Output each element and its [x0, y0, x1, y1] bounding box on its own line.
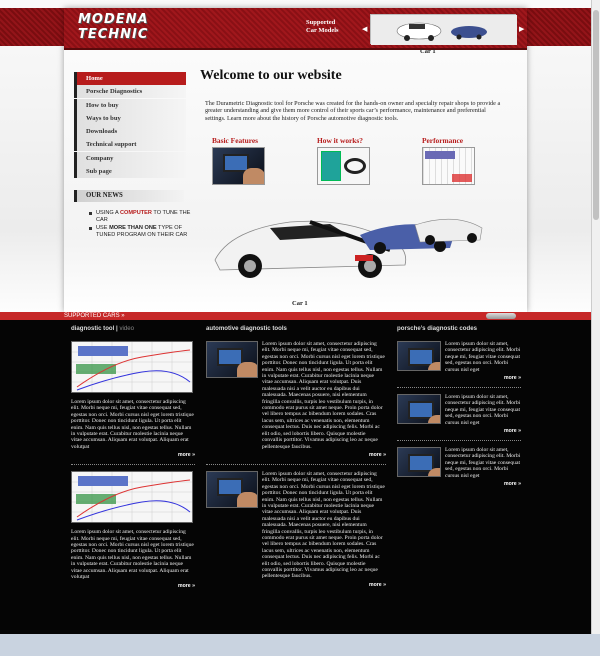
feature-performance[interactable]: Performance [422, 136, 492, 185]
article-entry: Lorem ipsum dolor sit amet, consectetur … [206, 470, 386, 580]
article-entry: Lorem ipsum dolor sit amet, consectetur … [397, 447, 521, 479]
column-title[interactable]: porsche’s diagnostic codes [397, 325, 521, 335]
dyno-graph [72, 342, 192, 392]
more-link[interactable]: more » [71, 452, 195, 458]
intro-text: The Durametric Diagnostic tool for Porsc… [205, 100, 501, 122]
more-link[interactable]: more » [397, 375, 521, 381]
article-text: Lorem ipsum dolor sit amet, consectetur … [262, 341, 385, 450]
nav-item-how-to-buy[interactable]: How to buy [74, 98, 186, 112]
nav-item-home[interactable]: Home [74, 72, 186, 85]
article-entry: Lorem ipsum dolor sit amet, consectetur … [397, 341, 521, 373]
supported-models-label: Supported Car Models [306, 19, 354, 35]
article-text: Lorem ipsum dolor sit amet, consectetur … [445, 394, 521, 426]
article-entry: Lorem ipsum dolor sit amet, consectetur … [397, 394, 521, 426]
divider [397, 440, 521, 442]
divider [71, 464, 195, 466]
more-link[interactable]: more » [206, 452, 386, 458]
column-automotive-tools: automotive diagnostic tools Lorem ipsum … [206, 325, 386, 588]
article-thumbnail[interactable] [206, 341, 258, 378]
news-heading: OUR NEWS [74, 190, 184, 202]
supported-line1: Supported [306, 19, 336, 26]
nav-item-ways-to-buy[interactable]: Ways to buy [74, 111, 186, 125]
hero-car-caption: Car 1 [292, 300, 308, 307]
article-thumbnail[interactable] [397, 341, 441, 371]
supported-cars-toggle[interactable] [486, 313, 516, 319]
article-entry: Lorem ipsum dolor sit amet, consectetur … [206, 341, 386, 450]
nav-item-downloads[interactable]: Downloads [74, 125, 186, 139]
article-text: Lorem ipsum dolor sit amet, consectetur … [262, 470, 385, 580]
column-diagnostic-tool: diagnostic tool | video Lorem ipsum dolo… [71, 325, 195, 589]
dyno-chart-image[interactable] [71, 341, 193, 393]
video-link[interactable]: video [119, 325, 134, 332]
feature-how-it-works[interactable]: How it works? [317, 136, 387, 185]
divider [397, 387, 521, 389]
supported-cars-bar: SUPPORTED CARS » [0, 312, 600, 320]
nav-item-company[interactable]: Company [74, 151, 186, 165]
feature-how-image[interactable] [317, 147, 370, 185]
slider-caption: Car 1 [420, 48, 436, 55]
article-text: Lorem ipsum dolor sit amet, consectetur … [445, 341, 521, 373]
supported-cars-link[interactable]: SUPPORTED CARS » [64, 312, 125, 320]
news-text: USING A [96, 210, 120, 216]
slider-prev-icon[interactable]: ◀ [362, 25, 367, 33]
feature-title[interactable]: How it works? [317, 136, 387, 145]
slider-next-icon[interactable]: ▶ [519, 25, 524, 33]
footer-strip [0, 634, 600, 656]
feature-performance-image[interactable] [422, 147, 475, 185]
scrollbar-thumb[interactable] [593, 10, 599, 220]
vertical-scrollbar[interactable] [591, 0, 600, 634]
column-heading: diagnostic tool | video [71, 325, 195, 335]
logo-line2: TECHNIC [78, 27, 149, 42]
feature-title[interactable]: Basic Features [212, 136, 282, 145]
news-text: USE [96, 225, 110, 231]
column-text: Lorem ipsum dolor sit amet, consectetur … [71, 529, 194, 581]
column-title[interactable]: automotive diagnostic tools [206, 325, 386, 335]
feature-title[interactable]: Performance [422, 136, 492, 145]
article-thumbnail[interactable] [206, 470, 258, 508]
page-title: Welcome to our website [200, 68, 342, 83]
more-link[interactable]: more » [71, 583, 195, 589]
divider [206, 463, 386, 465]
nav-item-porsche-diagnostics[interactable]: Porsche Diagnostics [74, 85, 186, 99]
sidebar-nav: Home Porsche Diagnostics How to buy Ways… [74, 72, 186, 179]
car-models-slider[interactable] [370, 14, 517, 45]
more-link[interactable]: more » [397, 481, 521, 487]
article-text: Lorem ipsum dolor sit amet, consectetur … [445, 447, 521, 479]
column-text: Lorem ipsum dolor sit amet, consectetur … [71, 399, 194, 450]
news-highlight: MORE THAN ONE [109, 225, 157, 231]
hero-cars-image [214, 218, 483, 278]
feature-basic-image[interactable] [212, 147, 265, 185]
nav-item-sub-page[interactable]: Sub page [74, 165, 186, 179]
column-diagnostic-codes: porsche’s diagnostic codes Lorem ipsum d… [397, 325, 521, 487]
header: MODENA TECHNIC Supported Car Models ◀ ▶ [64, 8, 527, 50]
dyno-graph [72, 472, 192, 523]
logo[interactable]: MODENA TECHNIC [78, 12, 190, 44]
article-thumbnail[interactable] [397, 447, 441, 478]
logo-line1: MODENA [78, 12, 149, 27]
news-item[interactable]: USING A COMPUTER TO TUNE THE CAR [87, 210, 199, 224]
nav-item-technical-support[interactable]: Technical support [74, 138, 186, 152]
column-title[interactable]: diagnostic tool [71, 325, 114, 332]
more-link[interactable]: more » [206, 582, 386, 588]
supported-line2: Car Models [306, 27, 339, 34]
news-list: USING A COMPUTER TO TUNE THE CAR USE MOR… [87, 210, 199, 240]
news-highlight: COMPUTER [119, 210, 152, 216]
article-thumbnail[interactable] [397, 394, 441, 425]
feature-basic[interactable]: Basic Features [212, 136, 282, 185]
slider-cars-image [371, 15, 517, 45]
dyno-chart-image[interactable] [71, 471, 193, 524]
news-item[interactable]: USE MORE THAN ONE TYPE OF TUNED PROGRAM … [87, 225, 199, 239]
more-link[interactable]: more » [397, 428, 521, 434]
